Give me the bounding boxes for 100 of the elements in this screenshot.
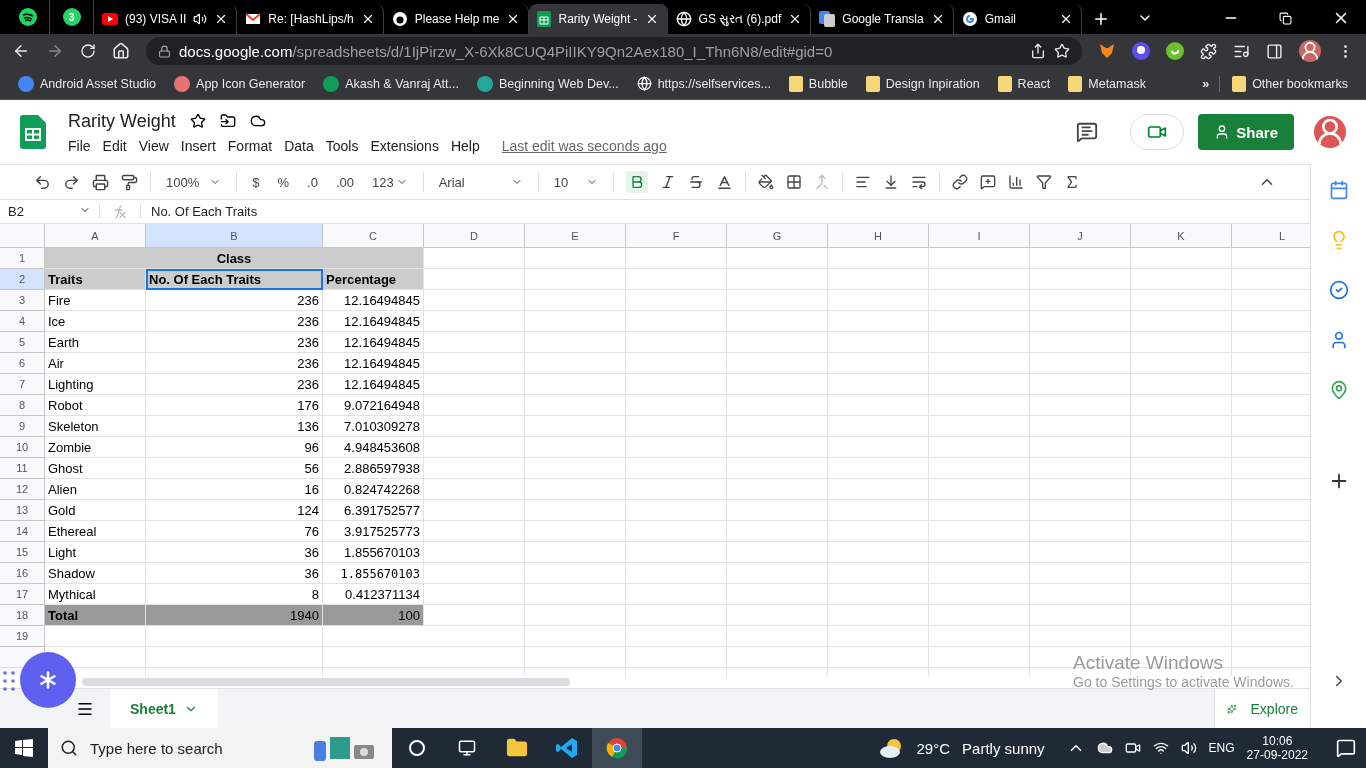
- folder-icon: [1068, 75, 1083, 92]
- explore-button[interactable]: Explore: [1214, 689, 1310, 728]
- calendar-icon[interactable]: [1328, 180, 1349, 200]
- column-header[interactable]: H: [828, 224, 929, 248]
- menu-item[interactable]: Extensions: [370, 137, 439, 154]
- align-icon[interactable]: [854, 174, 871, 190]
- last-edit-link[interactable]: Last edit was seconds ago: [501, 137, 667, 154]
- notification-icon[interactable]: [1336, 738, 1356, 758]
- menu-item[interactable]: Insert: [180, 137, 216, 154]
- bookmark[interactable]: Beginning Web Dev...: [472, 75, 623, 92]
- home-icon[interactable]: [112, 42, 130, 60]
- ghost-icon[interactable]: [1132, 42, 1150, 60]
- bookmark[interactable]: Design Inpiration: [861, 75, 984, 92]
- bookmark-star-icon[interactable]: [1054, 43, 1070, 59]
- print-icon[interactable]: [92, 173, 109, 191]
- bookmark[interactable]: Metamask: [1064, 75, 1150, 92]
- more-bookmarks[interactable]: »: [1202, 76, 1210, 91]
- clock[interactable]: 10:06 27-09-2022: [1246, 734, 1308, 762]
- row-header[interactable]: 2: [0, 269, 45, 290]
- bold-button[interactable]: [625, 171, 648, 193]
- bookmark[interactable]: Android Asset Studio: [14, 75, 161, 92]
- search-field[interactable]: Type here to search: [48, 728, 392, 768]
- browser-tab[interactable]: Rarity Weight -: [529, 4, 668, 34]
- column-header[interactable]: F: [626, 224, 727, 248]
- wifi-icon[interactable]: [1152, 740, 1169, 756]
- column-header[interactable]: L: [1232, 224, 1310, 248]
- column-header[interactable]: A: [45, 224, 146, 248]
- address-bar[interactable]: docs.google.com/spreadsheets/d/1IjPirzw_X-6Xk8CUQ4PiIIKY9Qn2Aex180_I_Thn6N8/edit#gid=0: [146, 37, 1082, 65]
- fox-icon[interactable]: [1098, 42, 1116, 60]
- language-indicator[interactable]: ENG: [1208, 741, 1235, 755]
- column-header[interactable]: C: [323, 224, 424, 248]
- column-header[interactable]: J: [1030, 224, 1131, 248]
- column-header[interactable]: E: [525, 224, 626, 248]
- tab-title: Google Transla: [842, 12, 924, 26]
- decrease-decimal-button[interactable]: .0: [304, 171, 321, 193]
- volume-icon[interactable]: [1180, 740, 1197, 756]
- text-color-icon[interactable]: [715, 173, 733, 191]
- zoom-select[interactable]: 100%: [163, 171, 225, 193]
- extensions-icon[interactable]: [1200, 42, 1217, 60]
- font-size-select[interactable]: 10: [550, 171, 601, 193]
- percent-button[interactable]: %: [274, 171, 293, 193]
- reload-icon[interactable]: [80, 43, 96, 59]
- column-header[interactable]: G: [727, 224, 828, 248]
- bookmark[interactable]: Bubble: [784, 75, 852, 92]
- strikethrough-icon[interactable]: [687, 174, 704, 190]
- undo-icon[interactable]: [34, 173, 51, 191]
- comment-icon[interactable]: [979, 174, 996, 190]
- star-icon[interactable]: [189, 113, 206, 129]
- move-icon[interactable]: [219, 113, 236, 129]
- increase-decimal-button[interactable]: .00: [332, 171, 357, 193]
- menu-item[interactable]: Format: [227, 137, 273, 154]
- currency-button[interactable]: $: [249, 171, 263, 193]
- menu-item[interactable]: View: [138, 137, 169, 154]
- music-app-icon[interactable]: [18, 8, 37, 26]
- cloud-icon[interactable]: [1096, 740, 1113, 756]
- bookmark[interactable]: Akash & Vanraj Att...: [319, 75, 463, 92]
- fill-color-icon[interactable]: [757, 174, 774, 190]
- browser-app-icon[interactable]: [592, 728, 642, 768]
- url-text: docs.google.com/spreadsheets/d/1IjPirzw_X-6Xk8CUQ4PiIIKY9Qn2Aex180_I_Thn6N8/edit#gid=0: [179, 42, 834, 60]
- menu-item[interactable]: Edit: [102, 137, 127, 154]
- number-format-select[interactable]: 123: [368, 171, 411, 193]
- paint-format-icon[interactable]: [121, 173, 138, 191]
- tab-title: Re: [HashLips/h: [268, 12, 354, 26]
- menu-item[interactable]: Tools: [325, 137, 359, 154]
- table-cell: Traits: [45, 269, 146, 290]
- filter-icon[interactable]: [1035, 174, 1052, 190]
- bookmark[interactable]: https://selfservices...: [632, 76, 775, 91]
- avatar[interactable]: [1299, 40, 1321, 62]
- camera-icon[interactable]: [1124, 740, 1141, 756]
- menu-item[interactable]: Data: [284, 137, 314, 154]
- wrap-icon[interactable]: [910, 174, 927, 190]
- share-button[interactable]: Share: [1198, 114, 1294, 150]
- name-box[interactable]: B2: [0, 204, 100, 219]
- column-header[interactable]: K: [1131, 224, 1232, 248]
- bookmark-icon: [174, 75, 191, 92]
- tasks-icon[interactable]: [1328, 280, 1349, 300]
- menu-item[interactable]: File: [68, 137, 91, 154]
- column-header[interactable]: I: [929, 224, 1030, 248]
- bookmark[interactable]: React: [993, 75, 1055, 92]
- document-title[interactable]: Rarity Weight: [68, 110, 176, 132]
- font-select[interactable]: Arial: [435, 171, 526, 193]
- menu-item[interactable]: Help: [450, 137, 480, 154]
- refresh-circle-icon[interactable]: [1166, 42, 1184, 60]
- redo-icon[interactable]: [63, 173, 80, 191]
- borders-icon[interactable]: [785, 174, 802, 190]
- side-panel-icon[interactable]: [1266, 42, 1283, 60]
- bookmark[interactable]: App Icon Generator: [170, 75, 310, 92]
- spreadsheet-icon: [537, 11, 552, 27]
- column-header[interactable]: B: [146, 224, 323, 248]
- restore-icon[interactable]: [1279, 12, 1292, 25]
- other-bookmarks[interactable]: Other bookmarks: [1219, 75, 1352, 92]
- comments-icon[interactable]: [1076, 121, 1099, 143]
- column-header[interactable]: D: [424, 224, 525, 248]
- forward-icon[interactable]: [46, 42, 64, 60]
- dots-icon[interactable]: [3, 671, 15, 691]
- chart-icon[interactable]: [1007, 174, 1024, 190]
- back-icon[interactable]: [12, 42, 30, 60]
- sheet-tab[interactable]: Sheet1: [110, 689, 218, 728]
- link-icon[interactable]: [951, 174, 968, 190]
- share-icon[interactable]: [1030, 43, 1046, 59]
